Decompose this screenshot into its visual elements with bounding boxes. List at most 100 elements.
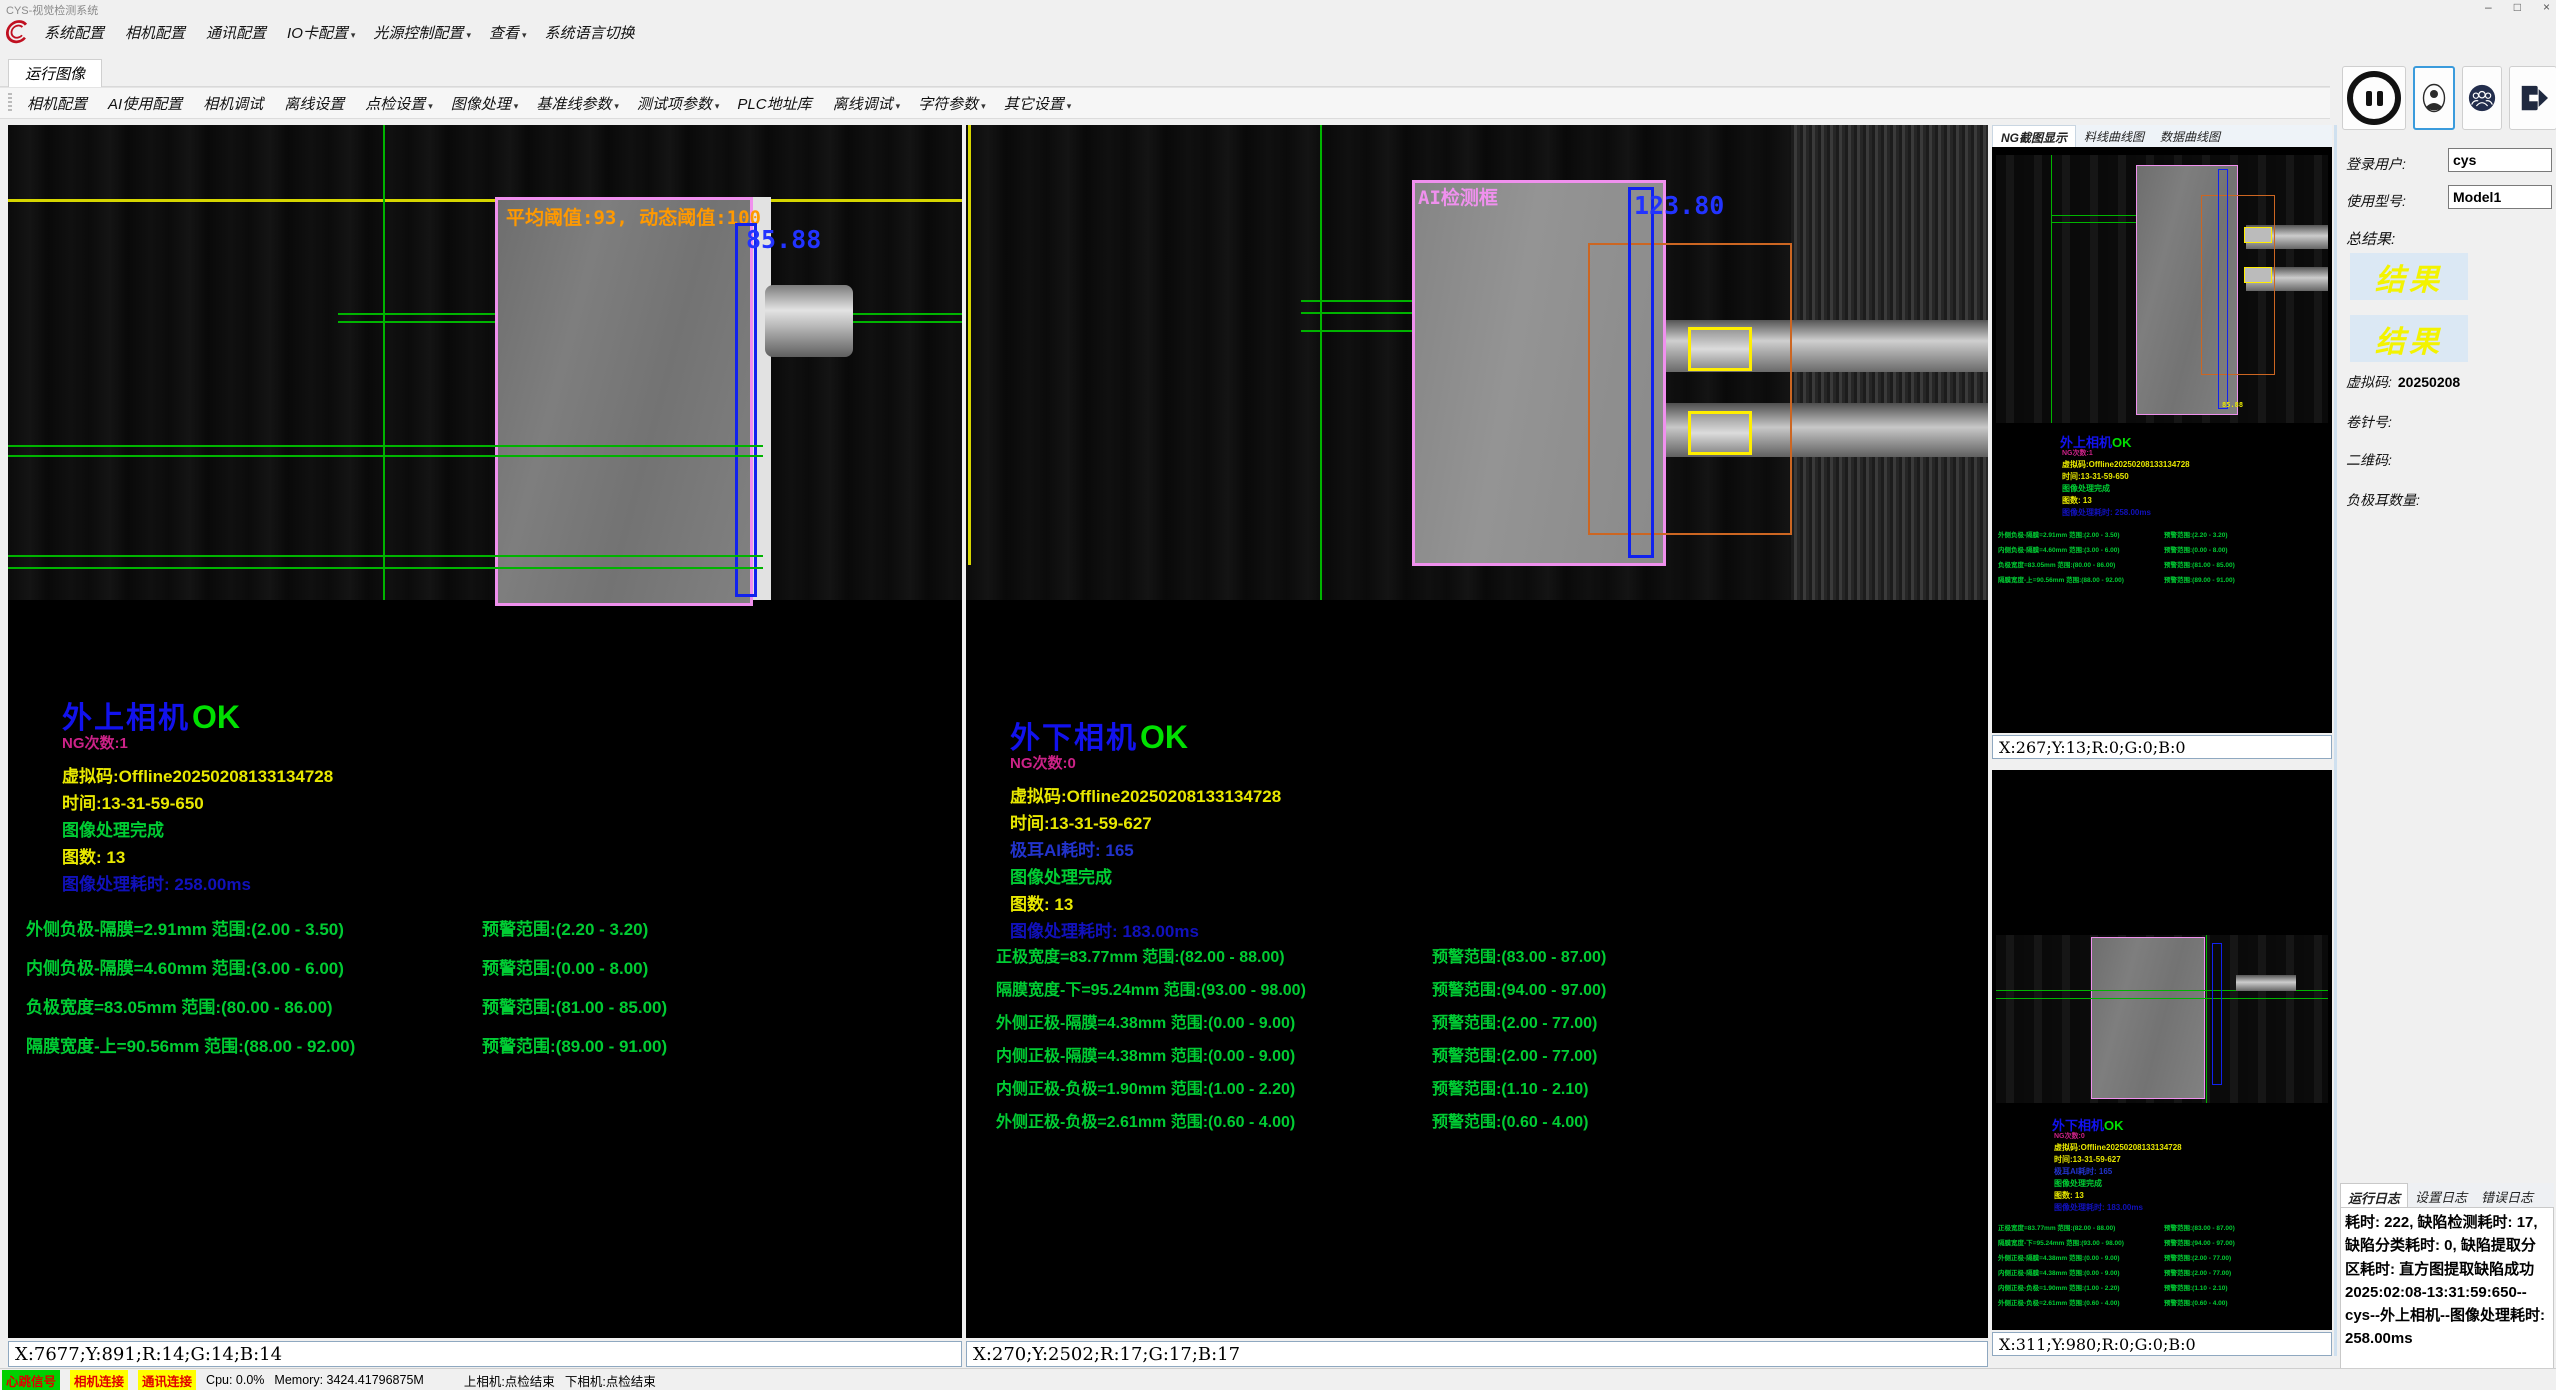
thumb-tiny-label: 85.88 bbox=[2222, 401, 2243, 409]
toolbar-item[interactable]: AI使用配置 bbox=[99, 93, 194, 114]
menu-item[interactable]: 通讯配置 bbox=[197, 22, 278, 43]
metal-connector bbox=[765, 285, 853, 357]
toolbar-grip bbox=[8, 93, 12, 113]
tab-line-curve[interactable]: 料线曲线图 bbox=[2076, 125, 2152, 147]
thumb-elapsed: 图像处理耗时: 258.00ms bbox=[2062, 507, 2151, 518]
left-camera-view[interactable]: 平均阈值:93, 动态阈值:100 85.88 外上相机OK NG次数:1 虚拟… bbox=[8, 125, 962, 1338]
toolbar-item[interactable]: 测试项参数▾ bbox=[628, 93, 729, 114]
measurement-row: 外侧正极-负极=2.61mm 范围:(0.60 - 4.00) 预警范围:(0.… bbox=[966, 1108, 1988, 1141]
toolbar-item[interactable]: 字符参数▾ bbox=[909, 93, 995, 114]
menu-item[interactable]: 系统语言切换 bbox=[536, 22, 647, 43]
process-done: 图像处理完成 bbox=[1010, 864, 1281, 891]
toolbar-item[interactable]: 点检设置▾ bbox=[356, 93, 442, 114]
ai-box-label: AI检测框 bbox=[1418, 183, 1498, 210]
menu-item[interactable]: 光源控制配置▾ bbox=[364, 22, 480, 43]
close-icon[interactable]: × bbox=[2543, 0, 2550, 14]
thumb-ng-count: NG次数:0 bbox=[2054, 1131, 2085, 1141]
log-content[interactable]: 耗时: 222, 缺陷检测耗时: 17, 缺陷分类耗时: 0, 缺陷提取分区耗时… bbox=[2340, 1207, 2554, 1388]
ai-elapsed: 极耳AI耗时: 165 bbox=[1010, 837, 1281, 864]
app-logo-icon bbox=[1, 19, 31, 45]
toolbar-item[interactable]: 基准线参数▾ bbox=[527, 93, 628, 114]
toolbar-item[interactable]: PLC地址库 bbox=[728, 93, 823, 114]
chevron-down-icon: ▾ bbox=[514, 101, 519, 111]
model-label: 使用型号: bbox=[2346, 191, 2406, 211]
login-user-input[interactable] bbox=[2448, 148, 2552, 172]
ng-thumbnail-top[interactable]: 85.88 外上相机OK NG次数:1 虚拟码:Offline202502081… bbox=[1992, 147, 2332, 733]
virtual-code: 虚拟码:Offline20250208133134728 bbox=[62, 763, 333, 790]
thumb-count: 图数: 13 bbox=[2054, 1190, 2084, 1201]
tab-ng-screenshot[interactable]: NG截图显示 bbox=[1992, 125, 2076, 147]
comm-connect-badge: 通讯连接 bbox=[138, 1370, 196, 1390]
warn-range-text: 预警范围:(0.60 - 4.00) bbox=[1432, 1108, 1589, 1132]
result-ok: OK bbox=[192, 699, 240, 735]
roi-box-orange bbox=[1588, 243, 1792, 535]
warn-range-text: 预警范围:(81.00 - 85.00) bbox=[482, 993, 667, 1018]
thumb-image: 85.88 bbox=[1996, 155, 2328, 423]
tab-error-log[interactable]: 错误日志 bbox=[2474, 1183, 2540, 1207]
toolbar-item[interactable]: 相机配置 bbox=[18, 93, 99, 114]
minimize-icon[interactable]: – bbox=[2485, 0, 2492, 14]
chevron-down-icon: ▾ bbox=[428, 101, 433, 111]
measurement-row: 隔膜宽度-上=90.56mm 范围:(88.00 - 92.00) 预警范围:(… bbox=[1992, 574, 2332, 589]
thumb-image bbox=[1996, 935, 2328, 1103]
frame-count: 图数: 13 bbox=[1010, 891, 1281, 918]
ng-thumbnail-bottom[interactable]: 外下相机OK NG次数:0 虚拟码:Offline202502081331347… bbox=[1992, 770, 2332, 1330]
left-measurement-list: 外侧负极-隔膜=2.91mm 范围:(2.00 - 3.50) 预警范围:(2.… bbox=[8, 915, 962, 1071]
measure-box-blue bbox=[1628, 187, 1654, 558]
capture-time: 时间:13-31-59-627 bbox=[1010, 810, 1281, 837]
total-result-label: 总结果: bbox=[2346, 228, 2395, 249]
right-camera-view[interactable]: AI检测框 123.80 外下相机OK NG次数:0 虚拟码:Offline20… bbox=[966, 125, 1988, 1338]
toolbar-item[interactable]: 图像处理▾ bbox=[442, 93, 528, 114]
tab-run-image[interactable]: 运行图像 bbox=[8, 59, 102, 87]
thumb-time: 时间:13-31-59-627 bbox=[2054, 1154, 2121, 1165]
warn-range-text: 预警范围:(0.60 - 4.00) bbox=[2164, 1297, 2228, 1307]
warn-range-text: 预警范围:(2.00 - 77.00) bbox=[2164, 1252, 2231, 1262]
thumb-measurements: 外侧负极-隔膜=2.91mm 范围:(2.00 - 3.50) 预警范围:(2.… bbox=[1992, 529, 2332, 589]
measurement-text: 内侧负极-隔膜=4.60mm 范围:(3.00 - 6.00) bbox=[1998, 544, 2120, 554]
camera-connect-badge: 相机连接 bbox=[70, 1370, 128, 1390]
measurement-row: 外侧负极-隔膜=2.91mm 范围:(2.00 - 3.50) 预警范围:(2.… bbox=[1992, 529, 2332, 544]
process-elapsed: 图像处理耗时: 183.00ms bbox=[1010, 918, 1281, 945]
toolbar-item[interactable]: 离线设置 bbox=[275, 93, 356, 114]
toolbar-item[interactable]: 其它设置▾ bbox=[995, 93, 1081, 114]
toolbar-item[interactable]: 相机调试 bbox=[194, 93, 275, 114]
user-button[interactable] bbox=[2413, 66, 2455, 130]
right-camera-image: AI检测框 123.80 bbox=[966, 125, 1988, 600]
measurement-row: 隔膜宽度-下=95.24mm 范围:(93.00 - 98.00) 预警范围:(… bbox=[966, 976, 1988, 1009]
menu-item[interactable]: IO卡配置▾ bbox=[278, 22, 364, 43]
tab-data-curve[interactable]: 数据曲线图 bbox=[2152, 125, 2228, 147]
tab-settings-log[interactable]: 设置日志 bbox=[2408, 1183, 2474, 1207]
user-group-button[interactable] bbox=[2462, 66, 2502, 130]
pause-button[interactable] bbox=[2342, 66, 2406, 130]
field-winding-pin: 卷针号: bbox=[2346, 412, 2398, 432]
heartbeat-badge: 心跳信号 bbox=[2, 1370, 60, 1390]
toolbar-item[interactable]: 离线调试▾ bbox=[824, 93, 910, 114]
measurement-text: 隔膜宽度-下=95.24mm 范围:(93.00 - 98.00) bbox=[996, 976, 1306, 1000]
thumb-ng-count: NG次数:1 bbox=[2062, 448, 2093, 458]
warn-range-text: 预警范围:(94.00 - 97.00) bbox=[2164, 1237, 2235, 1247]
measurement-text: 内侧负极-隔膜=4.60mm 范围:(3.00 - 6.00) bbox=[26, 954, 344, 979]
mid-coord-bar: X:270;Y:2502;R:17;G:17;B:17 bbox=[966, 1341, 1988, 1367]
maximize-icon[interactable]: □ bbox=[2514, 0, 2521, 14]
measurement-text: 外侧负极-隔膜=2.91mm 范围:(2.00 - 3.50) bbox=[26, 915, 344, 940]
panel-splitter[interactable] bbox=[2334, 125, 2337, 1356]
result-ok: OK bbox=[1140, 719, 1188, 755]
warn-range-text: 预警范围:(2.00 - 77.00) bbox=[1432, 1042, 1597, 1066]
status-bar: 心跳信号 相机连接 通讯连接 Cpu: 0.0% Memory: 3424.41… bbox=[0, 1368, 2556, 1390]
tab-run-log[interactable]: 运行日志 bbox=[2340, 1183, 2408, 1207]
measurement-text: 内侧正极-隔膜=4.38mm 范围:(0.00 - 9.00) bbox=[996, 1042, 1295, 1066]
title-bar: CYS-视觉检测系统 – □ × bbox=[0, 0, 2556, 16]
chevron-down-icon: ▾ bbox=[715, 101, 720, 111]
model-input[interactable] bbox=[2448, 185, 2552, 209]
right-camera-status-block: 外下相机OK NG次数:0 虚拟码:Offline202502081331347… bbox=[1010, 713, 1281, 945]
menu-item[interactable]: 相机配置 bbox=[116, 22, 197, 43]
warn-range-text: 预警范围:(1.10 - 2.10) bbox=[2164, 1282, 2228, 1292]
result-box-2: 结果 bbox=[2350, 315, 2468, 362]
menu-item[interactable]: 系统配置 bbox=[35, 22, 116, 43]
exit-button[interactable] bbox=[2509, 66, 2556, 130]
menu-item[interactable]: 查看▾ bbox=[480, 22, 536, 43]
measurement-row: 隔膜宽度-下=95.24mm 范围:(93.00 - 98.00) 预警范围:(… bbox=[1992, 1237, 2332, 1252]
camera-title: 外下相机OK bbox=[1010, 713, 1281, 757]
logout-door-icon bbox=[2516, 83, 2550, 113]
measurement-text: 隔膜宽度-上=90.56mm 范围:(88.00 - 92.00) bbox=[26, 1032, 355, 1057]
